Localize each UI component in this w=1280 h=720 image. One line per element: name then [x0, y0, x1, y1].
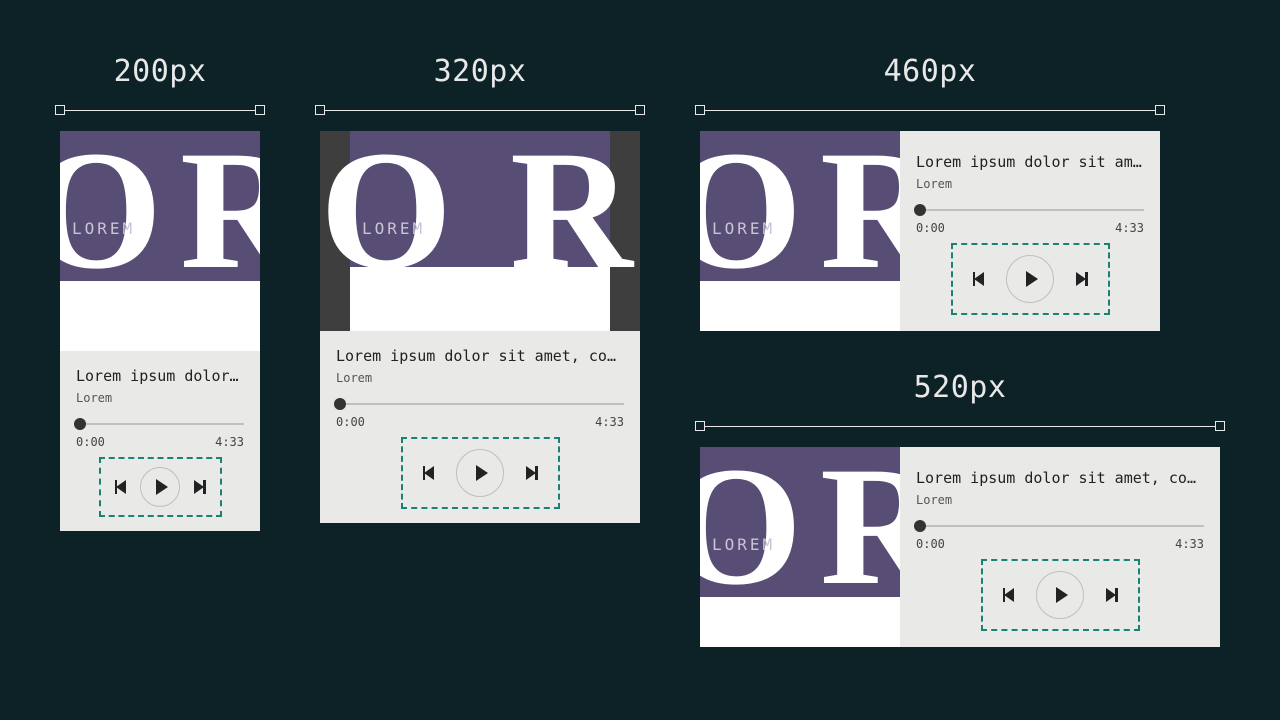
track-artist: Lorem	[916, 177, 1144, 191]
width-ruler	[700, 419, 1220, 433]
play-button[interactable]	[1006, 255, 1054, 303]
album-art-label: LOREM	[72, 219, 135, 238]
time-elapsed: 0:00	[916, 221, 945, 235]
playback-controls	[401, 437, 560, 509]
prev-button[interactable]	[1003, 588, 1015, 602]
next-button[interactable]	[1076, 272, 1088, 286]
track-artist: Lorem	[916, 493, 1204, 507]
playback-controls	[951, 243, 1110, 315]
playback-controls	[981, 559, 1140, 631]
size-label: 460px	[700, 54, 1160, 89]
progress-track[interactable]	[916, 205, 1144, 215]
play-icon	[476, 465, 488, 481]
prev-button[interactable]	[423, 466, 435, 480]
size-label: 200px	[60, 54, 260, 89]
next-button[interactable]	[526, 466, 538, 480]
play-button[interactable]	[140, 467, 180, 507]
progress-thumb[interactable]	[74, 418, 86, 430]
next-button[interactable]	[1106, 588, 1118, 602]
media-card: O R LOREM Lorem ipsum dolor sit amet… Lo…	[700, 131, 1160, 331]
width-ruler	[60, 103, 260, 117]
progress-track[interactable]	[916, 521, 1204, 531]
ruler-handle-left[interactable]	[695, 421, 705, 431]
track-artist: Lorem	[76, 391, 244, 405]
next-button[interactable]	[194, 480, 206, 494]
album-art: O R LOREM	[700, 447, 900, 647]
track-title: Lorem ipsum dolor sit amet, conse…	[916, 469, 1204, 487]
progress-thumb[interactable]	[914, 204, 926, 216]
ruler-handle-left[interactable]	[55, 105, 65, 115]
play-icon	[156, 479, 168, 495]
album-art: O R LOREM	[700, 131, 900, 331]
breakpoint-460: 460px O R LOREM Lorem ipsum dolor sit am…	[700, 54, 1160, 331]
media-card: O R LOREM Lorem ipsum dolor … Lorem 0:00…	[60, 131, 260, 531]
time-elapsed: 0:00	[916, 537, 945, 551]
breakpoint-320: 320px O R LOREM Lorem ipsum dolor sit am…	[320, 54, 640, 523]
progress-thumb[interactable]	[334, 398, 346, 410]
media-card: O R LOREM Lorem ipsum dolor sit amet, co…	[320, 131, 640, 523]
playback-controls	[99, 457, 222, 517]
play-button[interactable]	[456, 449, 504, 497]
ruler-handle-right[interactable]	[255, 105, 265, 115]
album-art-label: LOREM	[712, 535, 775, 554]
play-button[interactable]	[1036, 571, 1084, 619]
ruler-handle-left[interactable]	[315, 105, 325, 115]
play-icon	[1026, 271, 1038, 287]
track-title: Lorem ipsum dolor …	[76, 367, 244, 385]
album-art-label: LOREM	[712, 219, 775, 238]
breakpoint-200: 200px O R LOREM Lorem ipsum dolor … Lore…	[60, 54, 260, 531]
media-card: O R LOREM Lorem ipsum dolor sit amet, co…	[700, 447, 1220, 647]
progress-thumb[interactable]	[914, 520, 926, 532]
time-total: 4:33	[595, 415, 624, 429]
progress-track[interactable]	[76, 419, 244, 429]
width-ruler	[700, 103, 1160, 117]
prev-button[interactable]	[973, 272, 985, 286]
time-total: 4:33	[1175, 537, 1204, 551]
album-art: O R LOREM	[320, 131, 640, 331]
time-elapsed: 0:00	[336, 415, 365, 429]
ruler-handle-right[interactable]	[1215, 421, 1225, 431]
size-label: 320px	[320, 54, 640, 89]
width-ruler	[320, 103, 640, 117]
ruler-handle-right[interactable]	[1155, 105, 1165, 115]
album-art: O R LOREM	[60, 131, 260, 351]
time-elapsed: 0:00	[76, 435, 105, 449]
track-title: Lorem ipsum dolor sit amet…	[916, 153, 1144, 171]
size-label: 520px	[700, 370, 1220, 405]
ruler-handle-right[interactable]	[635, 105, 645, 115]
time-total: 4:33	[1115, 221, 1144, 235]
time-total: 4:33	[215, 435, 244, 449]
track-artist: Lorem	[336, 371, 624, 385]
play-icon	[1056, 587, 1068, 603]
prev-button[interactable]	[115, 480, 127, 494]
track-title: Lorem ipsum dolor sit amet, conse…	[336, 347, 624, 365]
album-art-label: LOREM	[362, 219, 425, 238]
breakpoint-520: 520px O R LOREM Lorem ipsum dolor sit am…	[700, 370, 1220, 647]
ruler-handle-left[interactable]	[695, 105, 705, 115]
progress-track[interactable]	[336, 399, 624, 409]
